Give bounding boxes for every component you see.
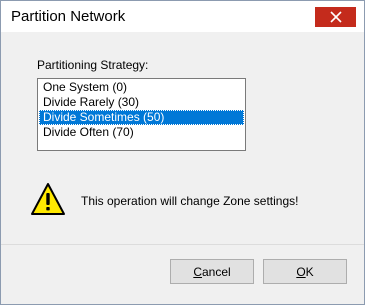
title-bar[interactable]: Partition Network (1, 1, 364, 32)
close-button[interactable] (315, 7, 356, 27)
strategy-label: Partitioning Strategy: (37, 58, 149, 72)
list-item-divide-rarely[interactable]: Divide Rarely (30) (39, 95, 244, 110)
ok-button-label: OK (296, 264, 314, 279)
partition-network-dialog: Partition Network Partitioning Strategy:… (0, 0, 365, 305)
warning-message: This operation will change Zone settings… (81, 194, 299, 208)
cancel-button[interactable]: Cancel (170, 259, 254, 284)
footer-divider (1, 244, 364, 245)
close-icon (329, 11, 342, 23)
list-item-divide-often[interactable]: Divide Often (70) (39, 125, 244, 140)
cancel-button-label: Cancel (193, 264, 231, 279)
dialog-content: Partitioning Strategy: One System (0) Di… (1, 32, 364, 304)
warning-icon (31, 183, 65, 215)
ok-button[interactable]: OK (263, 259, 347, 284)
list-item-divide-sometimes[interactable]: Divide Sometimes (50) (39, 110, 244, 125)
strategy-listbox[interactable]: One System (0) Divide Rarely (30) Divide… (37, 78, 246, 151)
list-item-one-system[interactable]: One System (0) (39, 80, 244, 95)
window-title: Partition Network (11, 8, 126, 25)
